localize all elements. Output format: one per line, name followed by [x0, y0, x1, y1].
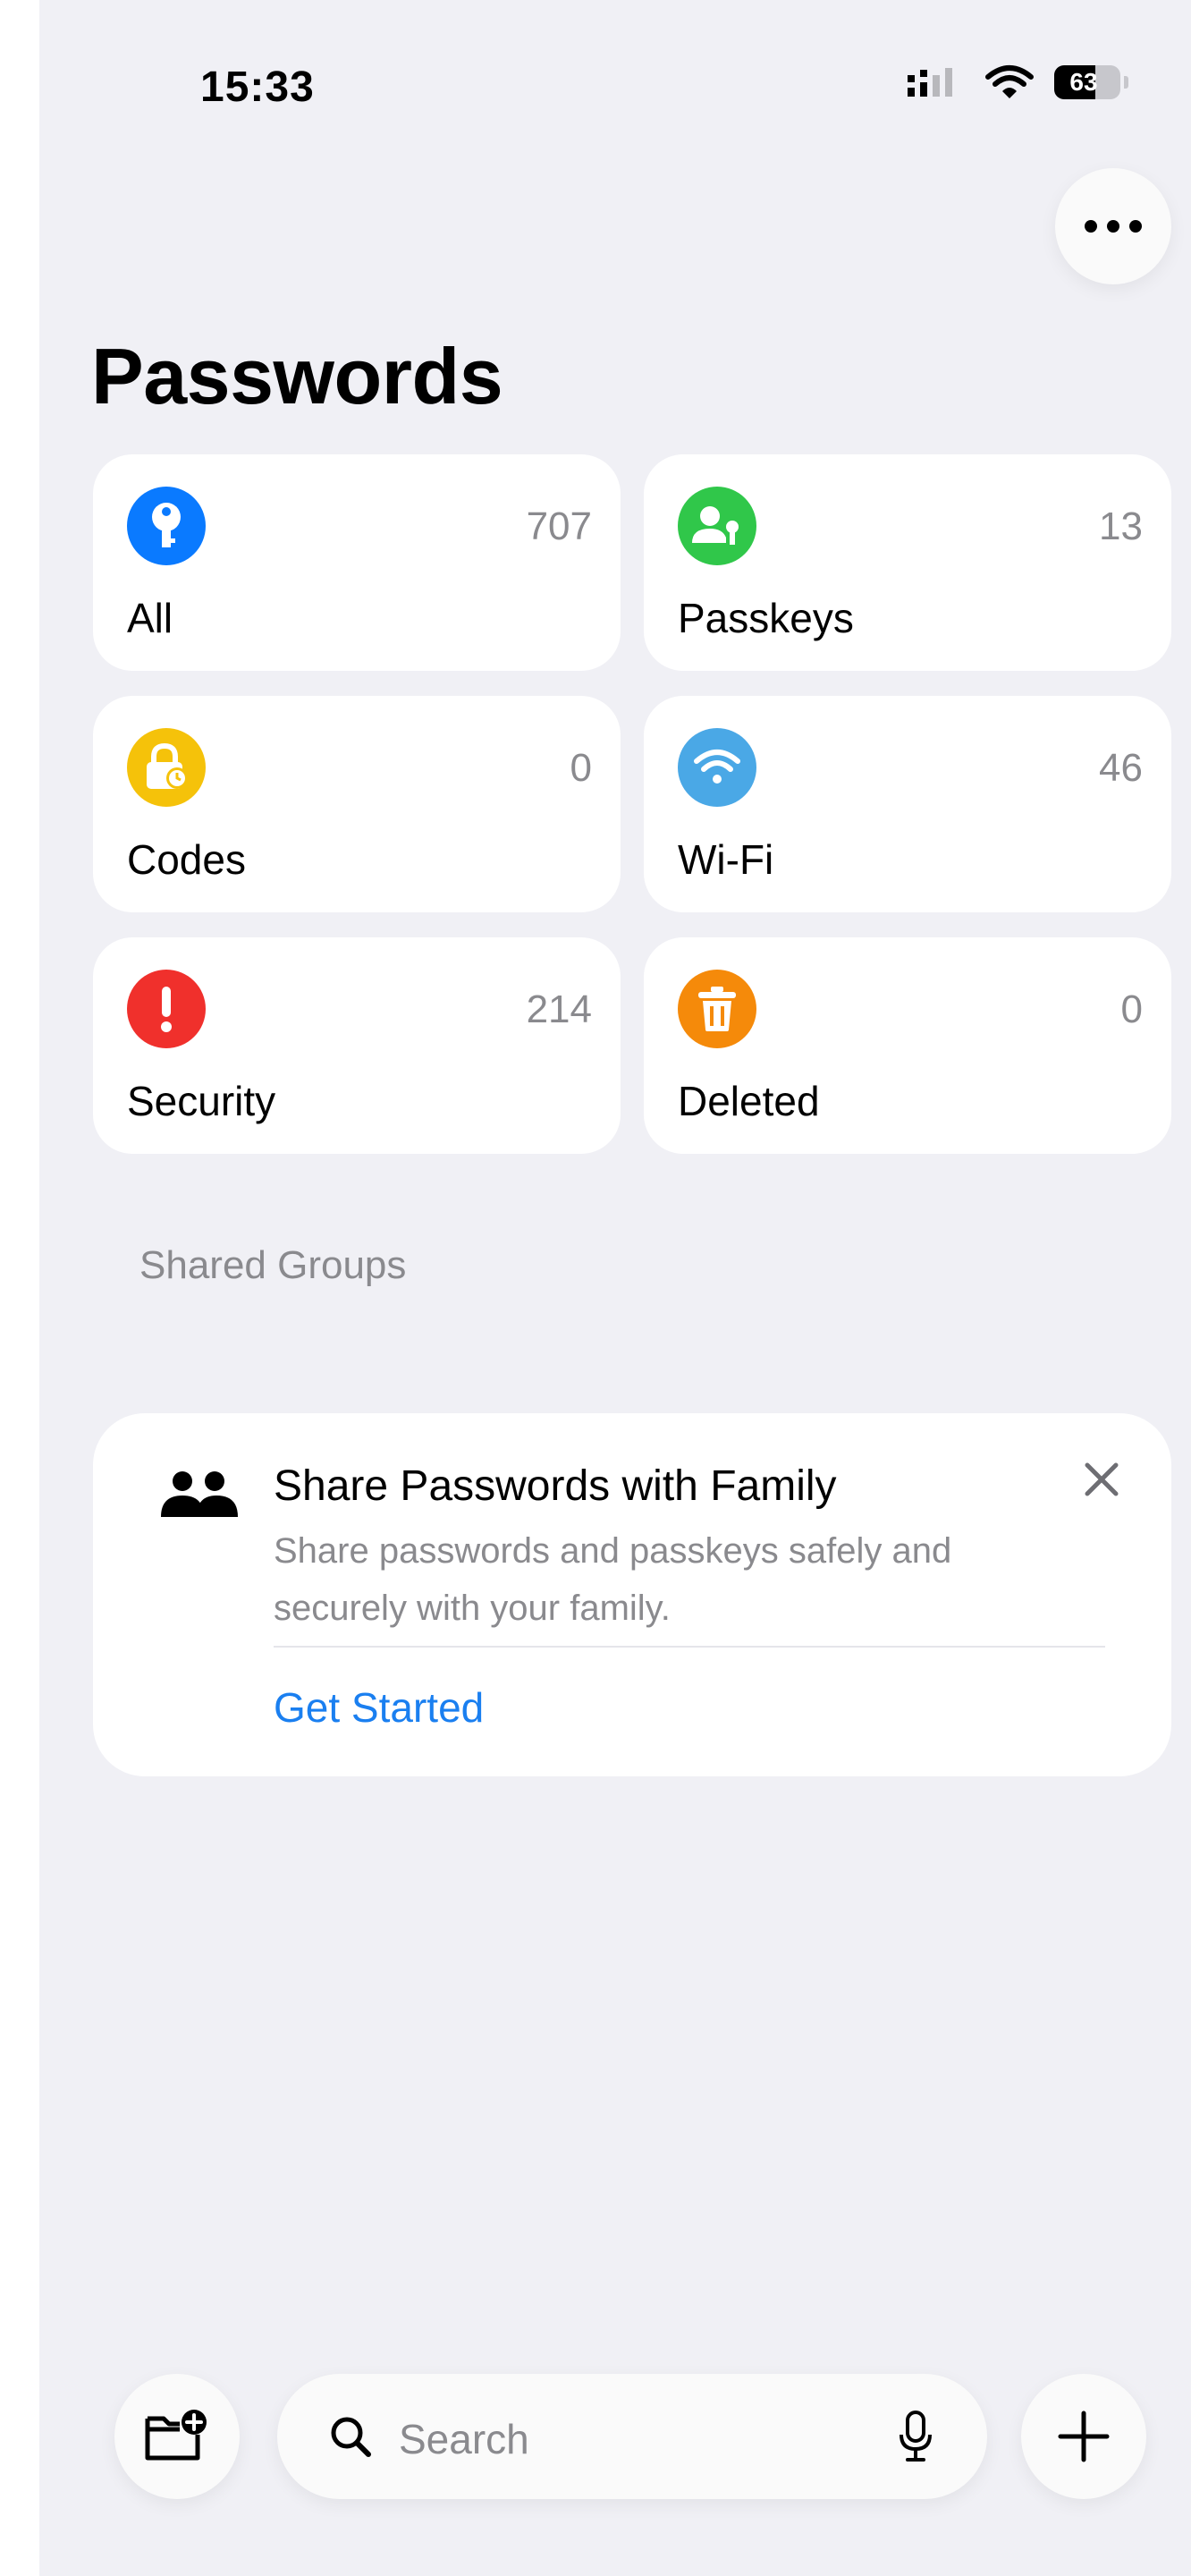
category-count: 46: [1099, 746, 1143, 790]
battery-level: 63: [1069, 68, 1098, 96]
page-title: Passwords: [91, 332, 503, 420]
passkey-person-icon: [678, 487, 756, 565]
category-label: Wi-Fi: [678, 836, 774, 883]
microphone-icon[interactable]: [898, 2410, 933, 2463]
search-bar[interactable]: Search: [277, 2374, 987, 2499]
people-icon: [161, 1471, 238, 1517]
family-card-divider: [274, 1646, 1105, 1648]
folder-add-icon: [145, 2410, 207, 2461]
add-password-button[interactable]: [1021, 2374, 1146, 2499]
category-card-wifi[interactable]: 46 Wi-Fi: [644, 696, 1171, 912]
category-card-all[interactable]: 707 All: [93, 454, 621, 671]
battery-tip: [1124, 76, 1128, 89]
exclamation-icon: [127, 970, 206, 1048]
category-label: Codes: [127, 836, 246, 883]
category-card-codes[interactable]: 0 Codes: [93, 696, 621, 912]
share-with-family-card: Share Passwords with Family Share passwo…: [93, 1413, 1171, 1776]
lock-clock-icon: [127, 728, 206, 807]
close-icon[interactable]: [1082, 1460, 1121, 1499]
ellipsis-icon: [1085, 220, 1142, 233]
status-time: 15:33: [200, 64, 315, 111]
category-label: Passkeys: [678, 595, 854, 641]
search-icon: [331, 2417, 371, 2457]
trash-icon: [678, 970, 756, 1048]
category-grid: 707 All 13 Passkeys 0 Codes 46 Wi-Fi 214…: [93, 454, 1171, 1154]
wifi-status-icon: [985, 65, 1034, 98]
search-input[interactable]: Search: [399, 2415, 529, 2463]
battery-icon: 63: [1054, 65, 1120, 99]
category-card-passkeys[interactable]: 13 Passkeys: [644, 454, 1171, 671]
passwords-screen: 15:33 63 Passwords 707 All 13 Passkeys 0…: [39, 0, 1191, 2576]
status-icons: 63: [906, 64, 1128, 100]
family-card-description: Share passwords and passkeys safely and …: [274, 1531, 952, 1628]
more-options-button[interactable]: [1055, 168, 1171, 284]
category-label: All: [127, 595, 173, 641]
cellular-signal-icon: [908, 68, 952, 97]
category-count: 214: [526, 987, 592, 1031]
category-count: 0: [570, 746, 592, 790]
key-icon: [127, 487, 206, 565]
category-card-security[interactable]: 214 Security: [93, 937, 621, 1154]
wifi-icon: [678, 728, 756, 807]
category-card-deleted[interactable]: 0 Deleted: [644, 937, 1171, 1154]
category-count: 13: [1099, 504, 1143, 548]
shared-groups-header: Shared Groups: [139, 1243, 407, 1287]
category-label: Deleted: [678, 1078, 820, 1124]
category-count: 707: [526, 504, 592, 548]
get-started-button[interactable]: Get Started: [274, 1683, 484, 1732]
new-group-button[interactable]: [114, 2374, 240, 2499]
category-label: Security: [127, 1078, 276, 1124]
category-count: 0: [1120, 987, 1143, 1031]
plus-icon: [1058, 2411, 1110, 2462]
family-card-title: Share Passwords with Family: [274, 1462, 837, 1510]
